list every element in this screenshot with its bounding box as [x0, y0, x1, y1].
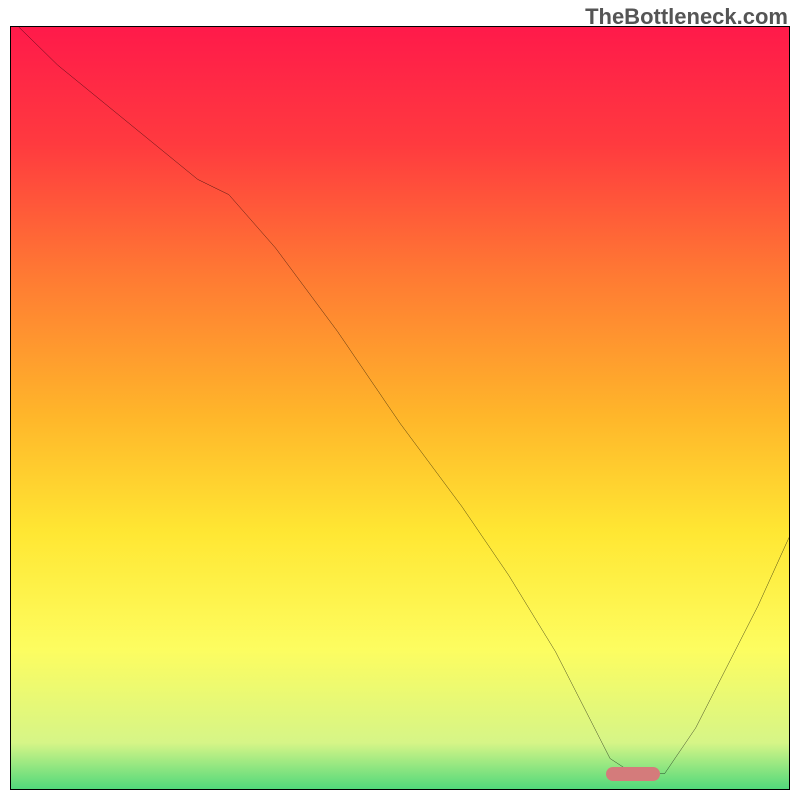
bottleneck-marker	[606, 767, 660, 781]
watermark-text: TheBottleneck.com	[585, 4, 788, 30]
curve-line	[11, 27, 789, 789]
plot-area	[10, 26, 790, 790]
